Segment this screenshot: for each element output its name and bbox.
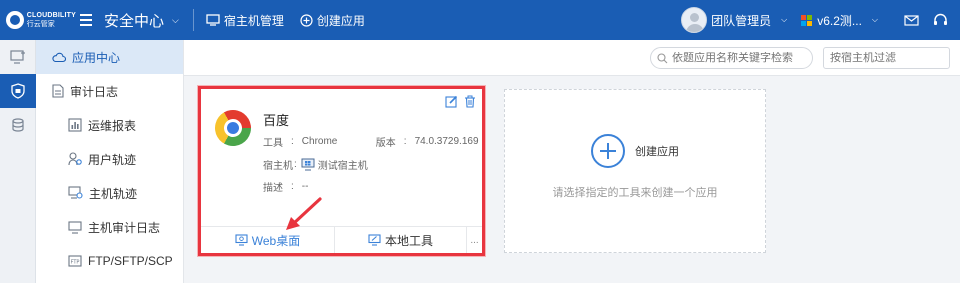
sidebar: 应用中心 审计日志 运维报表 用户轨迹 主机轨迹 主机审计日志 FTP FTP/… bbox=[36, 40, 184, 283]
cloud-icon bbox=[52, 52, 66, 63]
host-value[interactable]: 测试宿主机 bbox=[318, 157, 368, 172]
plus-circle-icon[interactable] bbox=[591, 134, 625, 168]
search-input[interactable] bbox=[672, 52, 812, 64]
icon-rail bbox=[0, 40, 36, 283]
module-switcher[interactable]: 安全中心 ⌵ bbox=[104, 10, 179, 31]
version-switcher[interactable]: v6.2测... ⌵ bbox=[801, 12, 878, 29]
sidebar-item-app-center[interactable]: 应用中心 bbox=[36, 40, 183, 74]
database-icon bbox=[12, 118, 24, 132]
create-app-hint: 请选择指定的工具来创建一个应用 bbox=[552, 187, 718, 199]
chevron-down-icon: ⌵ bbox=[172, 14, 179, 25]
svg-text:FTP: FTP bbox=[71, 260, 80, 266]
sidebar-item-host-track[interactable]: 主机轨迹 bbox=[36, 176, 183, 210]
mail-icon[interactable] bbox=[904, 14, 919, 26]
desc-row: 描述: -- bbox=[263, 181, 309, 194]
app-name: 百度 bbox=[263, 113, 290, 128]
brand-en: CLOUDBILITY bbox=[26, 12, 76, 19]
windows-logo-icon bbox=[801, 14, 813, 26]
local-tool-icon bbox=[368, 234, 381, 246]
card-footer: Web桌面 本地工具 ... bbox=[201, 226, 482, 253]
report-icon bbox=[68, 118, 82, 132]
rail-item-security[interactable] bbox=[0, 74, 36, 108]
document-icon bbox=[52, 84, 64, 98]
monitor-icon bbox=[206, 14, 220, 26]
host-filter-input[interactable] bbox=[830, 52, 948, 64]
sidebar-item-user-track[interactable]: 用户轨迹 bbox=[36, 142, 183, 176]
more-button[interactable]: ... bbox=[467, 227, 482, 253]
host-row: 宿主机: 测试宿主机 bbox=[263, 157, 368, 172]
red-arrow-icon bbox=[286, 197, 322, 230]
app-card[interactable]: 百度 工具: Chrome 版本: 74.0.3729.169 宿主机: 测试宿… bbox=[198, 86, 485, 256]
monitor-icon bbox=[68, 220, 82, 234]
top-bar: CLOUDBILITY 行云管家 安全中心 ⌵ 宿主机管理 创建应用 团队管理员… bbox=[0, 0, 960, 40]
sidebar-item-audit-log[interactable]: 审计日志 bbox=[36, 74, 183, 108]
user-track-icon bbox=[68, 152, 82, 166]
brand-cn: 行云管家 bbox=[26, 21, 55, 28]
tool-row: 工具: Chrome 版本: 74.0.3729.169 bbox=[263, 136, 479, 149]
plus-circle-icon bbox=[300, 13, 313, 27]
module-title: 安全中心 bbox=[104, 12, 165, 30]
user-chevron-down-icon[interactable]: ⌵ bbox=[781, 15, 787, 25]
rail-item-database[interactable] bbox=[0, 108, 36, 142]
desc-value: -- bbox=[301, 181, 309, 192]
logo-mark-icon bbox=[6, 11, 24, 29]
avatar[interactable] bbox=[681, 7, 708, 33]
search-box[interactable] bbox=[650, 47, 813, 69]
create-app-card[interactable]: 创建应用 请选择指定的工具来创建一个应用 bbox=[504, 89, 766, 253]
hamburger-menu-icon[interactable] bbox=[80, 0, 100, 40]
host-track-icon bbox=[68, 186, 83, 199]
user-name[interactable]: 团队管理员 bbox=[711, 12, 771, 29]
search-icon bbox=[657, 52, 668, 63]
tool-value: Chrome bbox=[301, 136, 338, 147]
rail-item-hosts[interactable] bbox=[0, 40, 36, 74]
sidebar-item-ftp[interactable]: FTP FTP/SFTP/SCP bbox=[36, 244, 183, 278]
trash-icon[interactable] bbox=[464, 95, 476, 108]
headset-icon[interactable] bbox=[933, 13, 948, 27]
sidebar-item-host-audit-log[interactable]: 主机审计日志 bbox=[36, 210, 183, 244]
host-filter[interactable] bbox=[823, 47, 950, 69]
host-monitor-icon bbox=[301, 158, 315, 171]
local-tool-button[interactable]: 本地工具 bbox=[335, 227, 467, 253]
divider bbox=[192, 9, 194, 31]
edit-icon[interactable] bbox=[445, 95, 458, 108]
chrome-logo-icon bbox=[208, 103, 258, 153]
version-value: 74.0.3729.169 bbox=[414, 136, 479, 147]
logo[interactable]: CLOUDBILITY 行云管家 bbox=[0, 0, 76, 40]
main-content: 百度 工具: Chrome 版本: 74.0.3729.169 宿主机: 测试宿… bbox=[184, 40, 960, 283]
web-desktop-icon bbox=[235, 234, 248, 246]
create-app-label: 创建应用 bbox=[635, 146, 679, 158]
monitor-plus-icon bbox=[10, 50, 25, 64]
create-app-link[interactable]: 创建应用 bbox=[300, 12, 365, 29]
shield-icon bbox=[11, 83, 25, 99]
filter-bar bbox=[184, 40, 960, 76]
sidebar-item-ops-report[interactable]: 运维报表 bbox=[36, 108, 183, 142]
version-chevron-down-icon: ⌵ bbox=[871, 15, 878, 24]
host-management-link[interactable]: 宿主机管理 bbox=[206, 12, 284, 29]
version-label: v6.2测... bbox=[817, 13, 862, 28]
ftp-icon: FTP bbox=[68, 255, 82, 267]
